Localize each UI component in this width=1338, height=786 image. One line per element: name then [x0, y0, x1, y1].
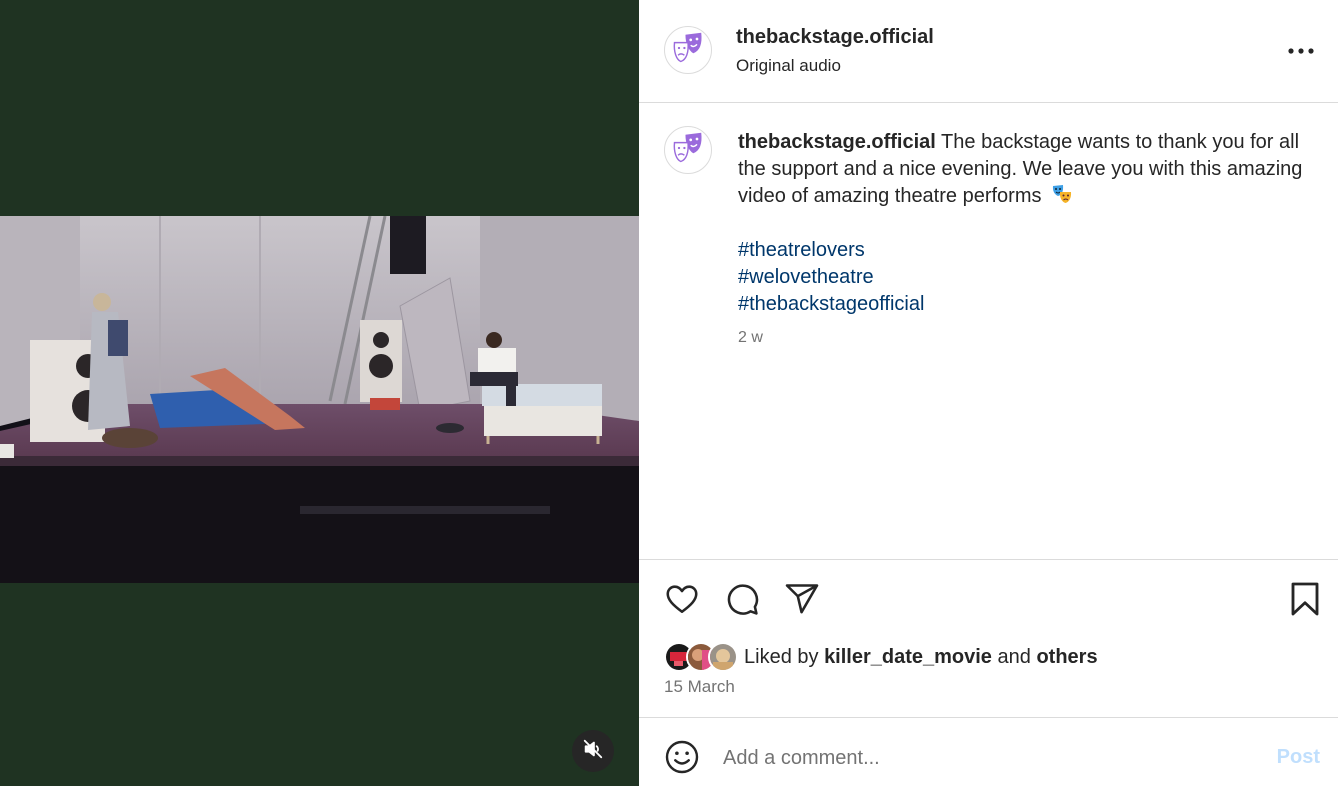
smiley-icon — [664, 740, 700, 779]
hashtag-link[interactable]: #theatrelovers — [738, 237, 924, 264]
comment-bubble-icon — [724, 581, 760, 622]
heart-icon — [664, 581, 700, 622]
liked-by-user-link[interactable]: killer_date_movie — [824, 646, 992, 668]
theatre-masks-icon — [670, 130, 706, 171]
post-caption: thebackstage.official The backstage want… — [639, 103, 1338, 560]
post-actions: Liked by killer_date_movie and others 15… — [639, 560, 1338, 718]
performing-arts-emoji-icon — [1051, 183, 1073, 213]
liked-by-text: Liked by killer_date_movie and others — [744, 646, 1098, 669]
likes-summary: Liked by killer_date_movie and others — [664, 642, 1098, 672]
video-player[interactable] — [0, 216, 639, 583]
caption-username[interactable]: thebackstage.official — [738, 131, 936, 153]
hashtag-link[interactable]: #thebackstageofficial — [738, 291, 924, 318]
mute-toggle-button[interactable] — [572, 730, 614, 772]
liked-by-and: and — [997, 645, 1031, 668]
theatre-stage-video-frame — [0, 216, 639, 583]
speaker-muted-icon — [582, 738, 604, 765]
hashtag-link[interactable]: #welovetheatre — [738, 264, 924, 291]
caption-text-block: thebackstage.official The backstage want… — [738, 129, 1308, 213]
avatar[interactable] — [664, 126, 712, 174]
audio-label[interactable]: Original audio — [736, 56, 841, 76]
bookmark-icon — [1288, 581, 1322, 622]
liked-by-others-link[interactable]: others — [1036, 646, 1097, 668]
comment-button[interactable] — [722, 581, 762, 621]
post-author-username[interactable]: thebackstage.official — [736, 26, 934, 49]
save-button[interactable] — [1285, 581, 1325, 621]
theatre-masks-icon — [670, 30, 706, 71]
hashtag-list: #theatrelovers #welovetheatre #thebackst… — [738, 237, 924, 318]
caption-timestamp[interactable]: 2 w — [738, 329, 763, 347]
liked-by-prefix: Liked by — [744, 645, 819, 668]
post-side-panel: thebackstage.official Original audio the… — [639, 0, 1338, 786]
avatar[interactable] — [664, 26, 712, 74]
like-button[interactable] — [662, 581, 702, 621]
post-comment-button[interactable]: Post — [1277, 746, 1320, 769]
comment-composer: Post — [639, 719, 1338, 786]
share-button[interactable] — [782, 581, 822, 621]
more-options-icon — [1288, 41, 1314, 59]
comment-input[interactable] — [723, 743, 1243, 773]
paper-plane-icon — [784, 581, 820, 622]
emoji-picker-button[interactable] — [664, 739, 700, 775]
post-date[interactable]: 15 March — [664, 677, 735, 697]
post-media — [0, 0, 639, 786]
post-header: thebackstage.official Original audio — [639, 0, 1338, 103]
liker-avatar[interactable] — [708, 642, 738, 672]
more-options-button[interactable] — [1286, 38, 1316, 62]
